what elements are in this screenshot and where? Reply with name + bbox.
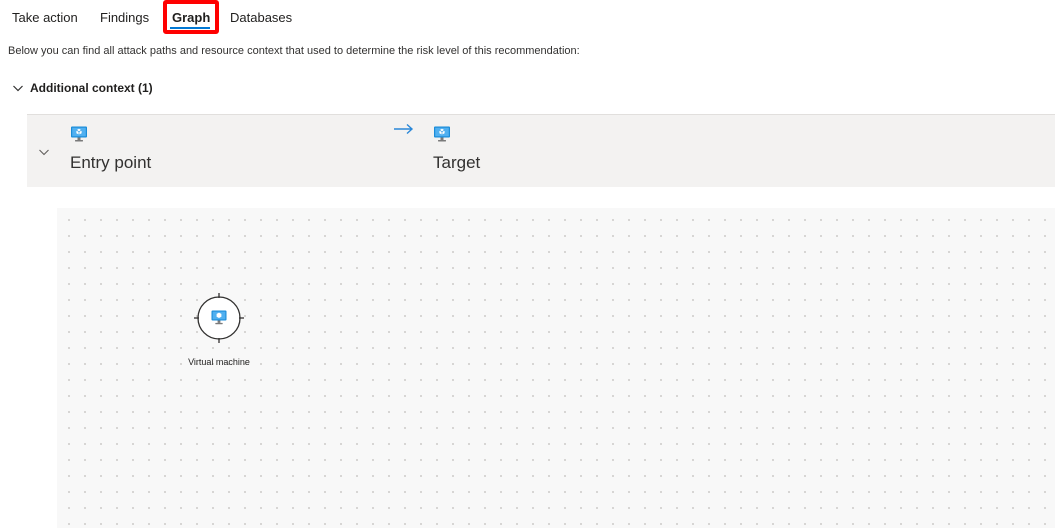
arrow-right-icon xyxy=(394,123,414,135)
virtual-machine-icon xyxy=(71,126,87,142)
graph-description: Below you can find all attack paths and … xyxy=(8,45,580,57)
additional-context-toggle[interactable]: Additional context (1) xyxy=(12,78,153,98)
active-tab-indicator xyxy=(170,27,210,29)
graph-node-virtual-machine[interactable] xyxy=(193,292,245,344)
tab-take-action[interactable]: Take action xyxy=(12,10,78,25)
additional-context-title: Additional context (1) xyxy=(30,81,153,95)
tab-bar: Take action Findings Graph Databases xyxy=(0,0,1055,34)
tab-findings[interactable]: Findings xyxy=(100,10,149,25)
tab-databases[interactable]: Databases xyxy=(230,10,292,25)
chevron-down-icon xyxy=(13,85,23,92)
target-label: Target xyxy=(433,153,481,172)
virtual-machine-icon xyxy=(434,126,450,142)
attack-path-row[interactable]: Entry point Target xyxy=(27,114,1055,187)
chevron-down-icon[interactable] xyxy=(38,146,50,158)
graph-canvas[interactable]: Virtual machine xyxy=(57,208,1055,528)
recommendation-graph-page: Take action Findings Graph Databases Bel… xyxy=(0,0,1055,528)
target-column: Target xyxy=(433,125,480,173)
tab-graph[interactable]: Graph xyxy=(172,10,210,25)
entry-point-label: Entry point xyxy=(70,153,152,172)
entry-point-column: Entry point xyxy=(70,125,151,173)
graph-node-label: Virtual machine xyxy=(188,357,250,367)
